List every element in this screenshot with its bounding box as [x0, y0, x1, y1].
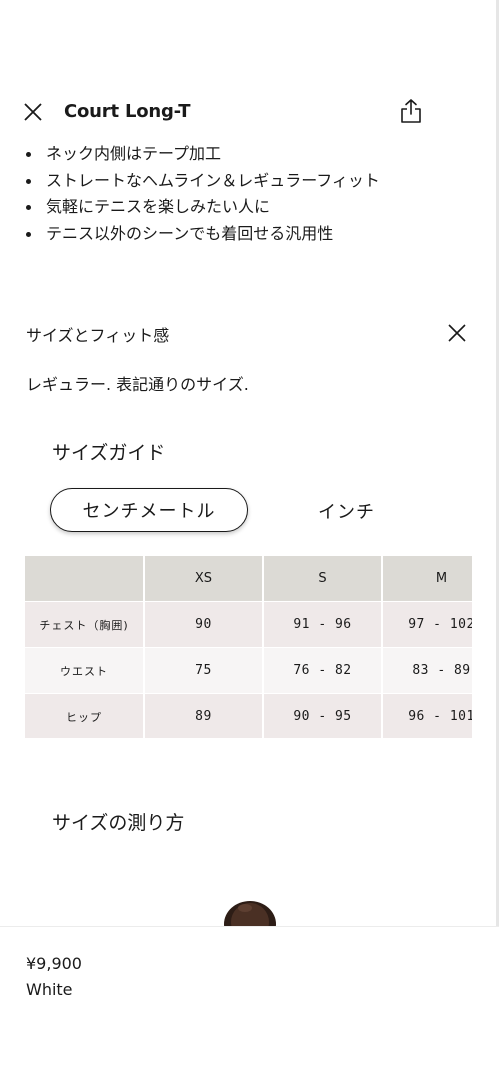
table-cell: 75 — [145, 648, 264, 694]
feature-item: ネック内側はテープ加工 — [26, 141, 380, 168]
table-header-cell: XS — [145, 556, 264, 602]
table-cell: 97 - 102 — [383, 602, 472, 648]
table-cell: 89 — [145, 694, 264, 738]
table-header-row: XS S M — [25, 556, 472, 602]
product-header: Court Long-T — [0, 96, 499, 130]
size-guide-title: サイズガイド — [52, 442, 166, 464]
fit-description: レギュラー. 表記通りのサイズ. — [26, 375, 249, 394]
table-row-label: チェスト（胸囲) — [25, 602, 145, 648]
feature-item: テニス以外のシーンでも着回せる汎用性 — [26, 221, 380, 248]
table-header-cell — [25, 556, 145, 602]
table-cell: 90 — [145, 602, 264, 648]
feature-item: ストレートなヘムライン＆レギュラーフィット — [26, 168, 380, 195]
table-row: ヒップ 89 90 - 95 96 - 101 — [25, 694, 472, 738]
model-photo — [224, 901, 276, 926]
unit-toggle-inch[interactable]: インチ — [318, 498, 375, 524]
purchase-bar: ¥9,900 White — [0, 926, 499, 1081]
table-cell: 83 - 89 — [383, 648, 472, 694]
table-row-label: ウエスト — [25, 648, 145, 694]
product-title: Court Long-T — [64, 101, 191, 122]
table-header-cell: M — [383, 556, 472, 602]
selected-color: White — [26, 980, 73, 999]
table-cell: 76 - 82 — [264, 648, 383, 694]
close-icon[interactable] — [24, 103, 42, 121]
feature-list: ネック内側はテープ加工 ストレートなヘムライン＆レギュラーフィット 気軽にテニス… — [26, 141, 380, 247]
feature-item: 気軽にテニスを楽しみたい人に — [26, 194, 380, 221]
table-cell: 96 - 101 — [383, 694, 472, 738]
table-cell: 90 - 95 — [264, 694, 383, 738]
size-table-scroll[interactable]: XS S M チェスト（胸囲) 90 91 - 96 97 - 102 ウエスト… — [25, 556, 472, 738]
unit-toggle-cm[interactable]: センチメートル — [50, 488, 248, 532]
fit-section-title: サイズとフィット感 — [26, 326, 170, 345]
table-cell: 91 - 96 — [264, 602, 383, 648]
share-icon[interactable] — [399, 98, 423, 124]
price: ¥9,900 — [26, 954, 82, 973]
table-row: チェスト（胸囲) 90 91 - 96 97 - 102 — [25, 602, 472, 648]
close-icon[interactable] — [448, 324, 466, 342]
table-row: ウエスト 75 76 - 82 83 - 89 — [25, 648, 472, 694]
size-table: XS S M チェスト（胸囲) 90 91 - 96 97 - 102 ウエスト… — [25, 556, 472, 738]
table-header-cell: S — [264, 556, 383, 602]
table-row-label: ヒップ — [25, 694, 145, 738]
measure-section-title: サイズの測り方 — [52, 812, 185, 834]
